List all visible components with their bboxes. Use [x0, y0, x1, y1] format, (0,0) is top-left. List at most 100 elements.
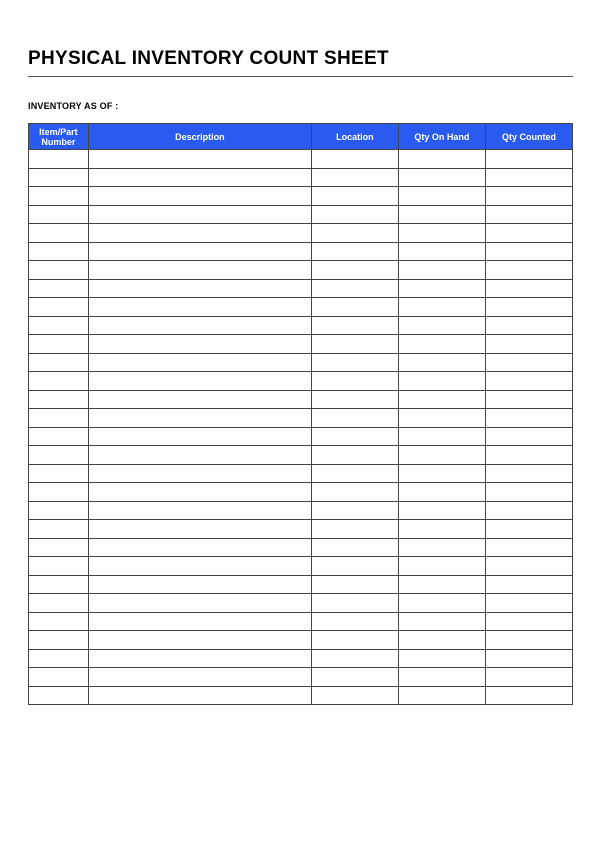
table-row — [29, 483, 573, 502]
cell-qty-counted — [485, 594, 572, 613]
cell-location — [311, 594, 398, 613]
cell-qty-on-hand — [398, 464, 485, 483]
cell-location — [311, 353, 398, 372]
cell-qty-counted — [485, 205, 572, 224]
cell-item-part-number — [29, 335, 89, 354]
cell-qty-on-hand — [398, 668, 485, 687]
cell-location — [311, 205, 398, 224]
table-row — [29, 501, 573, 520]
cell-qty-on-hand — [398, 686, 485, 705]
cell-description — [88, 538, 311, 557]
cell-qty-counted — [485, 409, 572, 428]
cell-location — [311, 649, 398, 668]
table-row — [29, 594, 573, 613]
cell-item-part-number — [29, 409, 89, 428]
inventory-table: Item/Part Number Description Location Qt… — [28, 123, 573, 705]
cell-description — [88, 446, 311, 465]
cell-location — [311, 686, 398, 705]
table-row — [29, 298, 573, 317]
cell-location — [311, 446, 398, 465]
cell-description — [88, 483, 311, 502]
cell-location — [311, 335, 398, 354]
table-row — [29, 205, 573, 224]
cell-qty-counted — [485, 686, 572, 705]
table-row — [29, 187, 573, 206]
cell-description — [88, 557, 311, 576]
table-row — [29, 353, 573, 372]
cell-qty-counted — [485, 557, 572, 576]
cell-qty-on-hand — [398, 353, 485, 372]
cell-qty-on-hand — [398, 261, 485, 280]
cell-description — [88, 612, 311, 631]
cell-location — [311, 557, 398, 576]
cell-item-part-number — [29, 279, 89, 298]
cell-item-part-number — [29, 612, 89, 631]
cell-description — [88, 298, 311, 317]
cell-item-part-number — [29, 520, 89, 539]
cell-qty-counted — [485, 224, 572, 243]
table-row — [29, 538, 573, 557]
cell-location — [311, 316, 398, 335]
table-row — [29, 612, 573, 631]
cell-qty-on-hand — [398, 168, 485, 187]
cell-item-part-number — [29, 205, 89, 224]
cell-qty-counted — [485, 279, 572, 298]
cell-location — [311, 224, 398, 243]
cell-description — [88, 150, 311, 169]
cell-qty-counted — [485, 520, 572, 539]
cell-qty-counted — [485, 261, 572, 280]
cell-description — [88, 353, 311, 372]
table-row — [29, 686, 573, 705]
cell-qty-on-hand — [398, 224, 485, 243]
cell-item-part-number — [29, 668, 89, 687]
cell-description — [88, 168, 311, 187]
cell-description — [88, 520, 311, 539]
cell-description — [88, 427, 311, 446]
cell-qty-on-hand — [398, 594, 485, 613]
cell-description — [88, 501, 311, 520]
cell-item-part-number — [29, 224, 89, 243]
cell-location — [311, 501, 398, 520]
table-row — [29, 409, 573, 428]
cell-qty-counted — [485, 168, 572, 187]
cell-item-part-number — [29, 316, 89, 335]
cell-qty-counted — [485, 187, 572, 206]
cell-item-part-number — [29, 372, 89, 391]
header-qty-counted: Qty Counted — [485, 124, 572, 150]
cell-item-part-number — [29, 261, 89, 280]
cell-qty-on-hand — [398, 427, 485, 446]
cell-qty-counted — [485, 538, 572, 557]
cell-description — [88, 242, 311, 261]
cell-qty-counted — [485, 353, 572, 372]
cell-description — [88, 631, 311, 650]
cell-item-part-number — [29, 538, 89, 557]
cell-qty-counted — [485, 575, 572, 594]
cell-location — [311, 261, 398, 280]
table-row — [29, 446, 573, 465]
cell-qty-counted — [485, 242, 572, 261]
cell-item-part-number — [29, 649, 89, 668]
cell-qty-on-hand — [398, 557, 485, 576]
table-row — [29, 557, 573, 576]
cell-qty-on-hand — [398, 372, 485, 391]
cell-qty-on-hand — [398, 631, 485, 650]
cell-qty-on-hand — [398, 205, 485, 224]
cell-qty-on-hand — [398, 446, 485, 465]
table-row — [29, 261, 573, 280]
cell-qty-on-hand — [398, 575, 485, 594]
cell-qty-on-hand — [398, 150, 485, 169]
cell-location — [311, 427, 398, 446]
cell-location — [311, 187, 398, 206]
header-description: Description — [88, 124, 311, 150]
document-title: PHYSICAL INVENTORY COUNT SHEET — [28, 48, 573, 77]
cell-description — [88, 316, 311, 335]
cell-description — [88, 224, 311, 243]
cell-location — [311, 298, 398, 317]
cell-item-part-number — [29, 501, 89, 520]
cell-item-part-number — [29, 483, 89, 502]
cell-qty-counted — [485, 649, 572, 668]
cell-location — [311, 464, 398, 483]
cell-item-part-number — [29, 187, 89, 206]
cell-qty-on-hand — [398, 520, 485, 539]
table-row — [29, 631, 573, 650]
